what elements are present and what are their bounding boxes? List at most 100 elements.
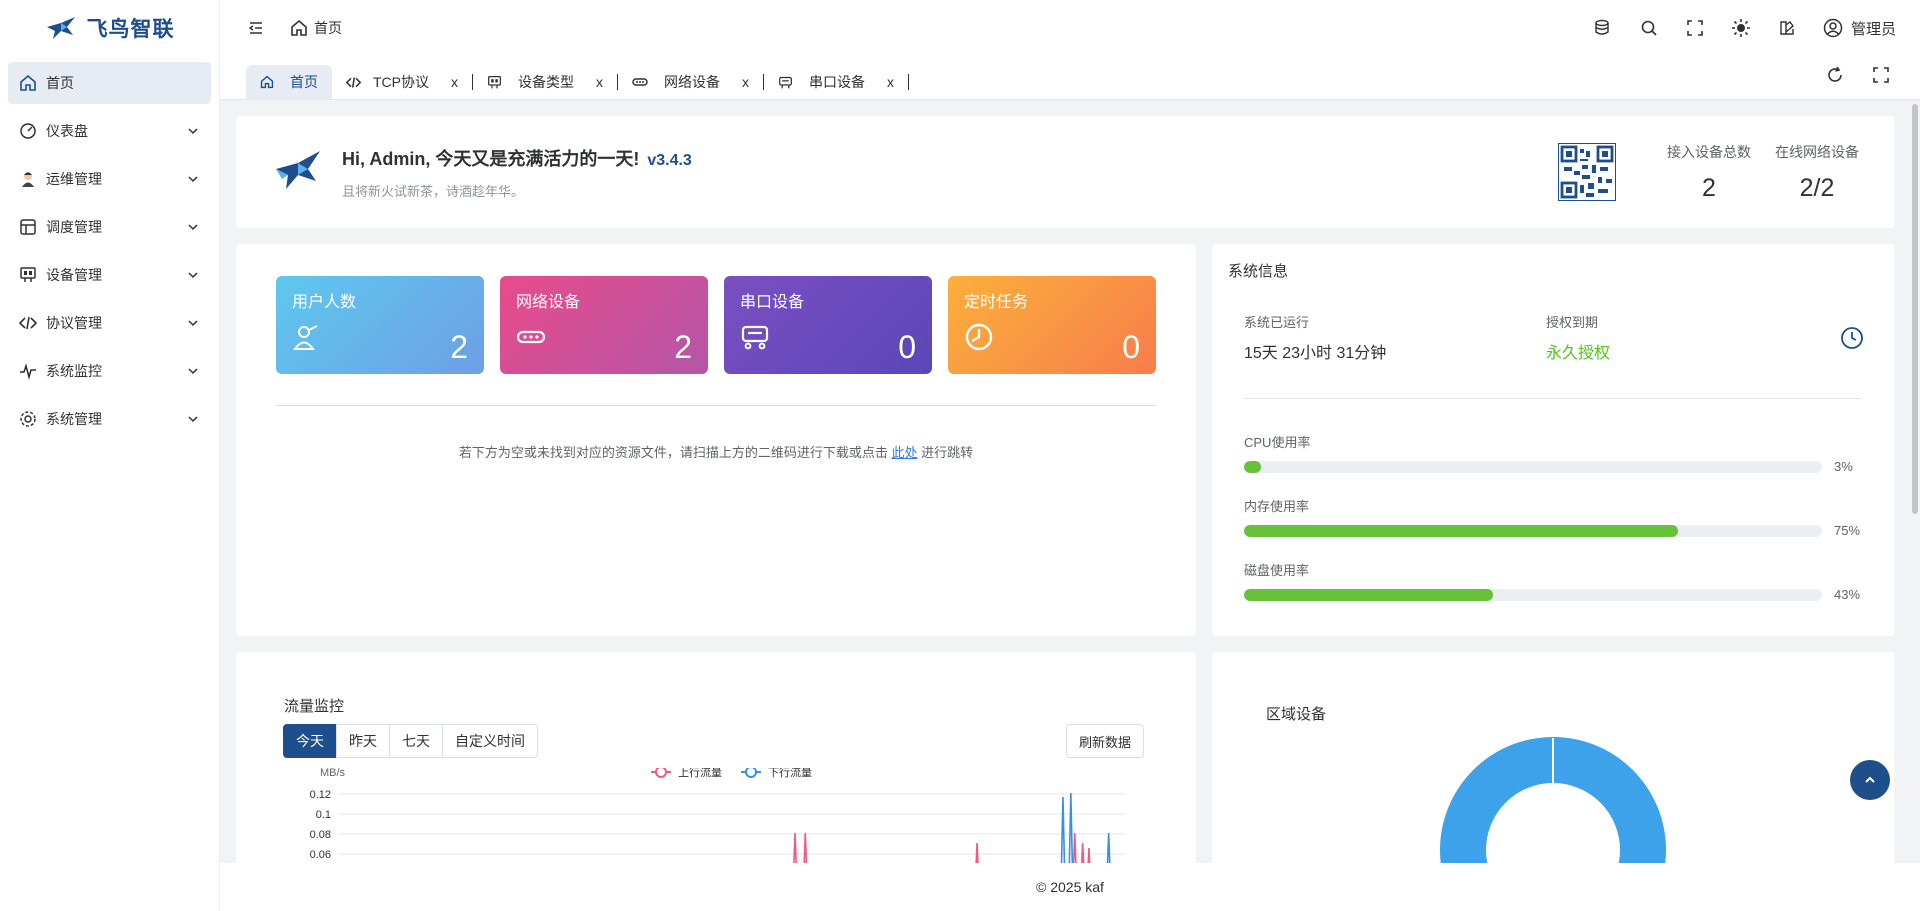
range-custom-button[interactable]: 自定义时间 <box>442 724 538 758</box>
scrollbar[interactable] <box>1910 100 1920 863</box>
system-info-card: 系统信息 系统已运行 15天 23小时 31分钟 授权到期 永久授权 CPU使用… <box>1212 244 1894 636</box>
series-0-spike <box>1072 832 1077 863</box>
sidebar-item-label: 首页 <box>46 75 74 91</box>
home-icon <box>260 75 274 89</box>
usage-label: CPU使用率 <box>1244 435 1311 450</box>
clock-icon <box>965 323 993 351</box>
home-icon <box>18 73 38 93</box>
sidebar-item-dashboard[interactable]: 仪表盘 <box>8 110 211 152</box>
uptime-label: 系统已运行 <box>1244 315 1310 330</box>
home-icon <box>291 19 307 36</box>
theme-sun-icon[interactable] <box>1731 18 1751 38</box>
hint-link[interactable]: 此处 <box>891 445 917 460</box>
refresh-data-button[interactable]: 刷新数据 <box>1066 724 1145 758</box>
dashboard-icon <box>18 121 38 141</box>
license-label: 授权到期 <box>1546 315 1599 330</box>
range-seven-days-button[interactable]: 七天 <box>389 724 443 758</box>
divider <box>1244 398 1862 399</box>
cpu-usage: CPU使用率 3% <box>1244 432 1864 474</box>
traffic-chart: MB/s 上行流量 下行流量 0.12 0.1 0.08 0.06 <box>310 768 1126 863</box>
sidebar-item-system[interactable]: 系统管理 <box>8 398 211 440</box>
tile-value: 2 <box>674 329 692 365</box>
sidebar-item-monitor[interactable]: 系统监控 <box>8 350 211 392</box>
user-icon <box>293 325 318 350</box>
refresh-icon[interactable] <box>1826 66 1844 89</box>
range-selector: 今天 昨天 七天 自定义时间 <box>283 724 538 758</box>
footer: © 2025 kaf <box>220 863 1920 911</box>
tab-label: 设备类型 <box>518 74 574 90</box>
pulse-icon <box>18 361 38 381</box>
version-label: v3.4.3 <box>647 151 692 169</box>
collapse-sidebar-icon[interactable] <box>246 18 266 38</box>
qr-code-icon[interactable] <box>1558 143 1616 201</box>
breadcrumb[interactable]: 首页 <box>290 18 342 38</box>
usage-percent: 43% <box>1834 587 1861 602</box>
tab-tcp-protocol[interactable]: TCP协议 x <box>332 65 472 99</box>
search-icon[interactable] <box>1639 18 1659 38</box>
breadcrumb-home: 首页 <box>314 20 342 36</box>
tab-device-types[interactable]: 设备类型 x <box>473 65 617 99</box>
tab-home[interactable]: 首页 <box>246 65 332 99</box>
code-icon <box>346 76 361 88</box>
tile-label: 用户人数 <box>292 294 357 311</box>
back-to-top-button[interactable] <box>1850 760 1890 800</box>
serial-icon <box>741 325 769 350</box>
sidebar-item-label: 仪表盘 <box>46 123 88 139</box>
traffic-title: 流量监控 <box>284 698 345 715</box>
tile-serial-devices[interactable]: 串口设备 0 <box>724 276 932 374</box>
tile-label: 网络设备 <box>516 294 581 311</box>
usage-label: 内存使用率 <box>1244 499 1310 514</box>
traffic-monitor-card: 流量监控 今天 昨天 七天 自定义时间 刷新数据 MB/s 上行流量 下行流量 … <box>236 652 1196 863</box>
range-yesterday-button[interactable]: 昨天 <box>336 724 390 758</box>
series-1-spike <box>1106 832 1111 863</box>
range-today-button[interactable]: 今天 <box>283 724 337 758</box>
schedule-icon <box>18 217 38 237</box>
tab-separator <box>908 74 909 90</box>
greeting-text: Hi, Admin, 今天又是充满活力的一天! <box>342 148 640 169</box>
sidebar-item-label: 设备管理 <box>46 267 102 283</box>
sidebar: 飞鸟智联 首页 仪表盘 运维管理 调度管理 设备管理 协议管理 系统监控 系统管… <box>0 0 220 911</box>
sidebar-item-devices[interactable]: 设备管理 <box>8 254 211 296</box>
user-menu[interactable]: 管理员 <box>1823 18 1896 39</box>
region-title: 区域设备 <box>1266 706 1327 723</box>
tab-label: 串口设备 <box>809 74 865 90</box>
tab-close-button[interactable]: x <box>451 74 458 90</box>
y-tick-label: 0.12 <box>310 789 331 801</box>
tile-value: 2 <box>450 329 468 365</box>
tab-serial-devices[interactable]: 串口设备 x <box>764 65 908 99</box>
scroll-thumb[interactable] <box>1912 104 1918 514</box>
tab-close-button[interactable]: x <box>596 74 603 90</box>
tab-close-button[interactable]: x <box>742 74 749 90</box>
clock-icon[interactable] <box>1840 326 1864 350</box>
sidebar-item-operations[interactable]: 运维管理 <box>8 158 211 200</box>
sidebar-item-protocols[interactable]: 协议管理 <box>8 302 211 344</box>
sidebar-item-schedule[interactable]: 调度管理 <box>8 206 211 248</box>
device-icon <box>488 75 501 88</box>
legend-down-marker <box>745 768 757 778</box>
tab-network-devices[interactable]: 网络设备 x <box>618 65 763 99</box>
tile-users[interactable]: 用户人数 2 <box>276 276 484 374</box>
sidebar-item-label: 调度管理 <box>46 219 102 235</box>
maximize-icon[interactable] <box>1872 66 1890 89</box>
device-icon <box>18 265 38 285</box>
tile-network-devices[interactable]: 网络设备 2 <box>500 276 708 374</box>
series-0-spike <box>1087 847 1091 863</box>
gear-icon <box>18 409 38 429</box>
series-0-spike <box>793 832 797 863</box>
database-icon[interactable] <box>1593 18 1613 38</box>
legend-down-label: 下行流量 <box>768 768 812 779</box>
fullscreen-icon[interactable] <box>1685 18 1705 38</box>
sidebar-item-home[interactable]: 首页 <box>8 62 211 104</box>
username: 管理员 <box>1850 20 1896 38</box>
main-content: Hi, Admin, 今天又是充满活力的一天! v3.4.3 且将新火试新茶，诗酒… <box>220 100 1920 863</box>
tile-value: 0 <box>898 329 916 365</box>
gridlines <box>338 793 1126 855</box>
legend-up-label: 上行流量 <box>678 768 722 779</box>
tab-close-button[interactable]: x <box>887 74 894 90</box>
hint-text-before: 若下方为空或未找到对应的资源文件，请扫描上方的二维码进行下载或点击 <box>458 445 892 460</box>
user-avatar-icon <box>1823 18 1843 38</box>
app-logo[interactable]: 飞鸟智联 <box>0 0 219 56</box>
series-0-spike <box>975 842 979 863</box>
tile-scheduled-tasks[interactable]: 定时任务 0 <box>948 276 1156 374</box>
palette-icon[interactable] <box>1777 18 1797 38</box>
